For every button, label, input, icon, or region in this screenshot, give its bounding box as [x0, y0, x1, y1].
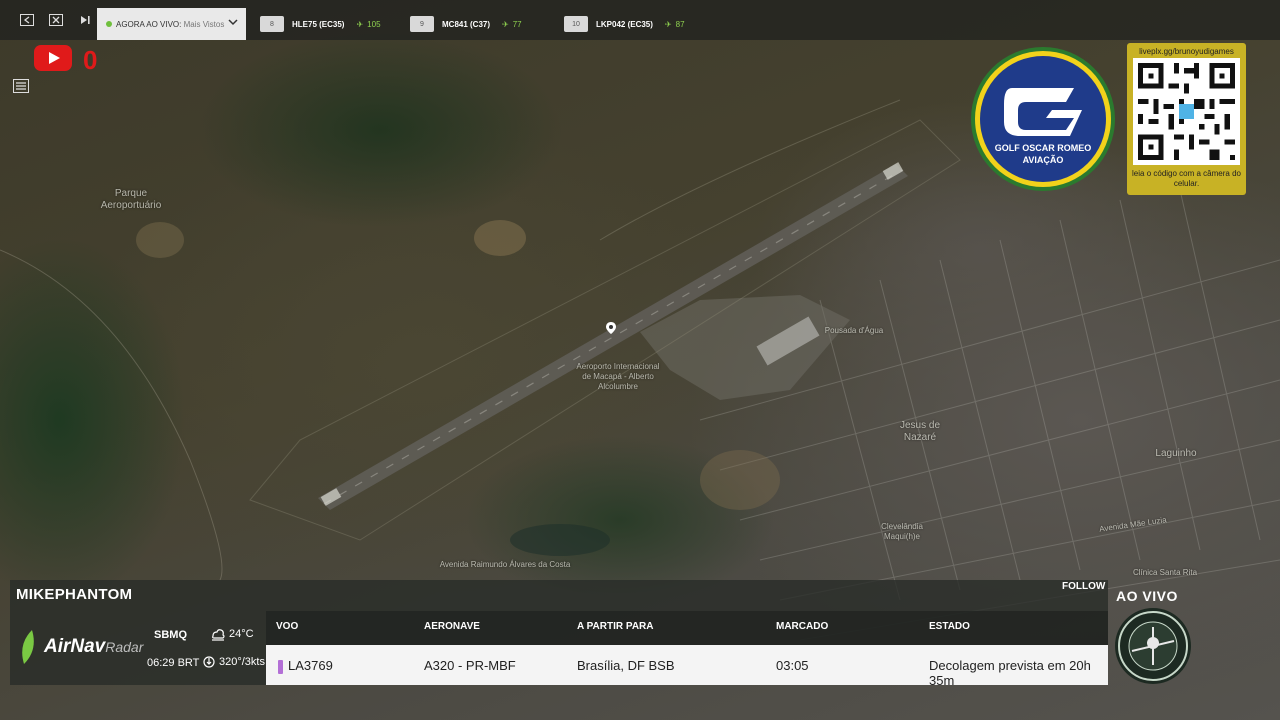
- flight-chip-callsign: LKP042 (EC35): [596, 19, 653, 29]
- map-label-pousada: Pousada d'Água: [824, 326, 884, 335]
- follow-button[interactable]: FOLLOW: [1062, 581, 1105, 592]
- sponsor-name-line2: AVIAÇÃO: [1022, 155, 1064, 165]
- flight-chip-index: 8: [260, 16, 284, 32]
- live-feed-select[interactable]: AGORA AO VIVO: Mais Vistos: [97, 8, 246, 40]
- flight-chip[interactable]: 8 HLE75 (EC35) ✈ 105: [260, 15, 381, 33]
- plane-icon: ✈: [356, 19, 364, 29]
- qr-card[interactable]: liveplx.gg/brunoyudigames leia o código …: [1127, 43, 1246, 195]
- sponsor-name-line1: GOLF OSCAR ROMEO: [994, 143, 1092, 153]
- flight-number-text: LA3769: [288, 658, 333, 673]
- map-label-santa-rita: Clínica Santa Rita: [1132, 568, 1198, 577]
- live-label: AGORA AO VIVO:: [116, 19, 182, 29]
- youtube-count: 0: [83, 45, 98, 75]
- skip-next-icon[interactable]: [76, 12, 94, 28]
- youtube-icon[interactable]: [34, 45, 72, 71]
- wind-direction-icon: [203, 656, 215, 668]
- live-dot-icon: [106, 21, 112, 27]
- local-time: 06:29 BRT: [147, 657, 200, 669]
- flight-chip-index: 10: [564, 16, 588, 32]
- flight-chip[interactable]: 9 MC841 (C37) ✈ 77: [410, 15, 522, 33]
- map-label-clevelandia: Clevelândia Maqui(h)e: [881, 522, 923, 541]
- plane-icon: ✈: [502, 19, 509, 29]
- wind: 320°/3kts: [203, 656, 265, 668]
- aircraft: A320 - PR-MBF: [424, 658, 516, 673]
- location-pin-icon[interactable]: [606, 322, 616, 334]
- flight-number: LA3769: [278, 658, 333, 674]
- flight-chip-callsign: MC841 (C37): [442, 19, 491, 29]
- sponsor-logo: GOLF OSCAR ROMEO AVIAÇÃO: [970, 46, 1116, 192]
- flight-info-panel: MIKEPHANTOM AirNavRadar SBMQ 06:29 BRT 2…: [10, 580, 1108, 688]
- qr-caption: leia o código com a câmera do celular.: [1132, 169, 1241, 188]
- temperature-value: 24°C: [229, 628, 254, 640]
- chevron-down-icon: [228, 19, 238, 26]
- column-estado: ESTADO: [929, 621, 970, 632]
- map-label-laguinho: Laguinho: [1155, 448, 1197, 459]
- scheduled-time: 03:05: [776, 658, 809, 673]
- logo-sub: Radar: [105, 639, 144, 655]
- channel-badge-icon: [1114, 607, 1192, 685]
- weather-icon: [212, 629, 225, 641]
- route: Brasília, DF BSB: [577, 658, 675, 673]
- list-icon[interactable]: [13, 79, 29, 98]
- airnav-logo: AirNavRadar: [18, 630, 143, 664]
- airport-code: SBMQ: [154, 629, 187, 641]
- collapse-left-icon[interactable]: [18, 12, 36, 28]
- map-label-jesus: Jesus de Nazaré: [899, 420, 941, 443]
- temperature: 24°C: [210, 627, 254, 641]
- live-value: Mais Vistos: [183, 19, 225, 29]
- table-row[interactable]: LA3769 A320 - PR-MBF Brasília, DF BSB 03…: [266, 645, 1108, 688]
- column-route: A PARTIR PARA: [577, 621, 654, 632]
- live-label-badge: AO VIVO: [1116, 588, 1178, 604]
- flight-status: Decolagem prevista em 20h 35m: [929, 658, 1091, 688]
- logo-main: AirNav: [44, 636, 106, 657]
- top-bar: AGORA AO VIVO: Mais Vistos 8 HLE75 (EC35…: [0, 0, 1280, 40]
- column-marcado: MARCADO: [776, 621, 829, 632]
- qr-code-icon: [1133, 58, 1240, 165]
- wind-value: 320°/3kts: [219, 656, 265, 668]
- flight-chip-value: 77: [512, 19, 522, 29]
- qr-url: liveplx.gg/brunoyudigames: [1139, 47, 1234, 56]
- map-label-parque: Parque Aeroportuário: [100, 188, 162, 211]
- plane-icon: ✈: [664, 19, 672, 29]
- airline-icon: [278, 659, 283, 674]
- flight-table-header: VOO AERONAVE A PARTIR PARA MARCADO ESTAD…: [266, 611, 1108, 645]
- column-voo: VOO: [276, 621, 299, 632]
- flight-chip[interactable]: 10 LKP042 (EC35) ✈ 87: [564, 15, 685, 33]
- close-panel-icon[interactable]: [47, 12, 65, 28]
- flight-chip-index: 9: [410, 16, 434, 32]
- map-label-raimundo: Avenida Raimundo Álvares da Costa: [439, 560, 571, 569]
- column-aeronave: AERONAVE: [424, 621, 480, 632]
- airnav-leaf-icon: [22, 630, 34, 664]
- station-name: MIKEPHANTOM: [16, 586, 133, 603]
- flight-chip-callsign: HLE75 (EC35): [292, 19, 345, 29]
- flight-chip-value: 87: [675, 19, 685, 29]
- map-label-airport: Aeroporto Internacional de Macapá - Albe…: [576, 362, 660, 391]
- flight-chip-value: 105: [367, 19, 381, 29]
- sponsor-name: GOLF OSCAR ROMEO AVIAÇÃO: [970, 142, 1116, 166]
